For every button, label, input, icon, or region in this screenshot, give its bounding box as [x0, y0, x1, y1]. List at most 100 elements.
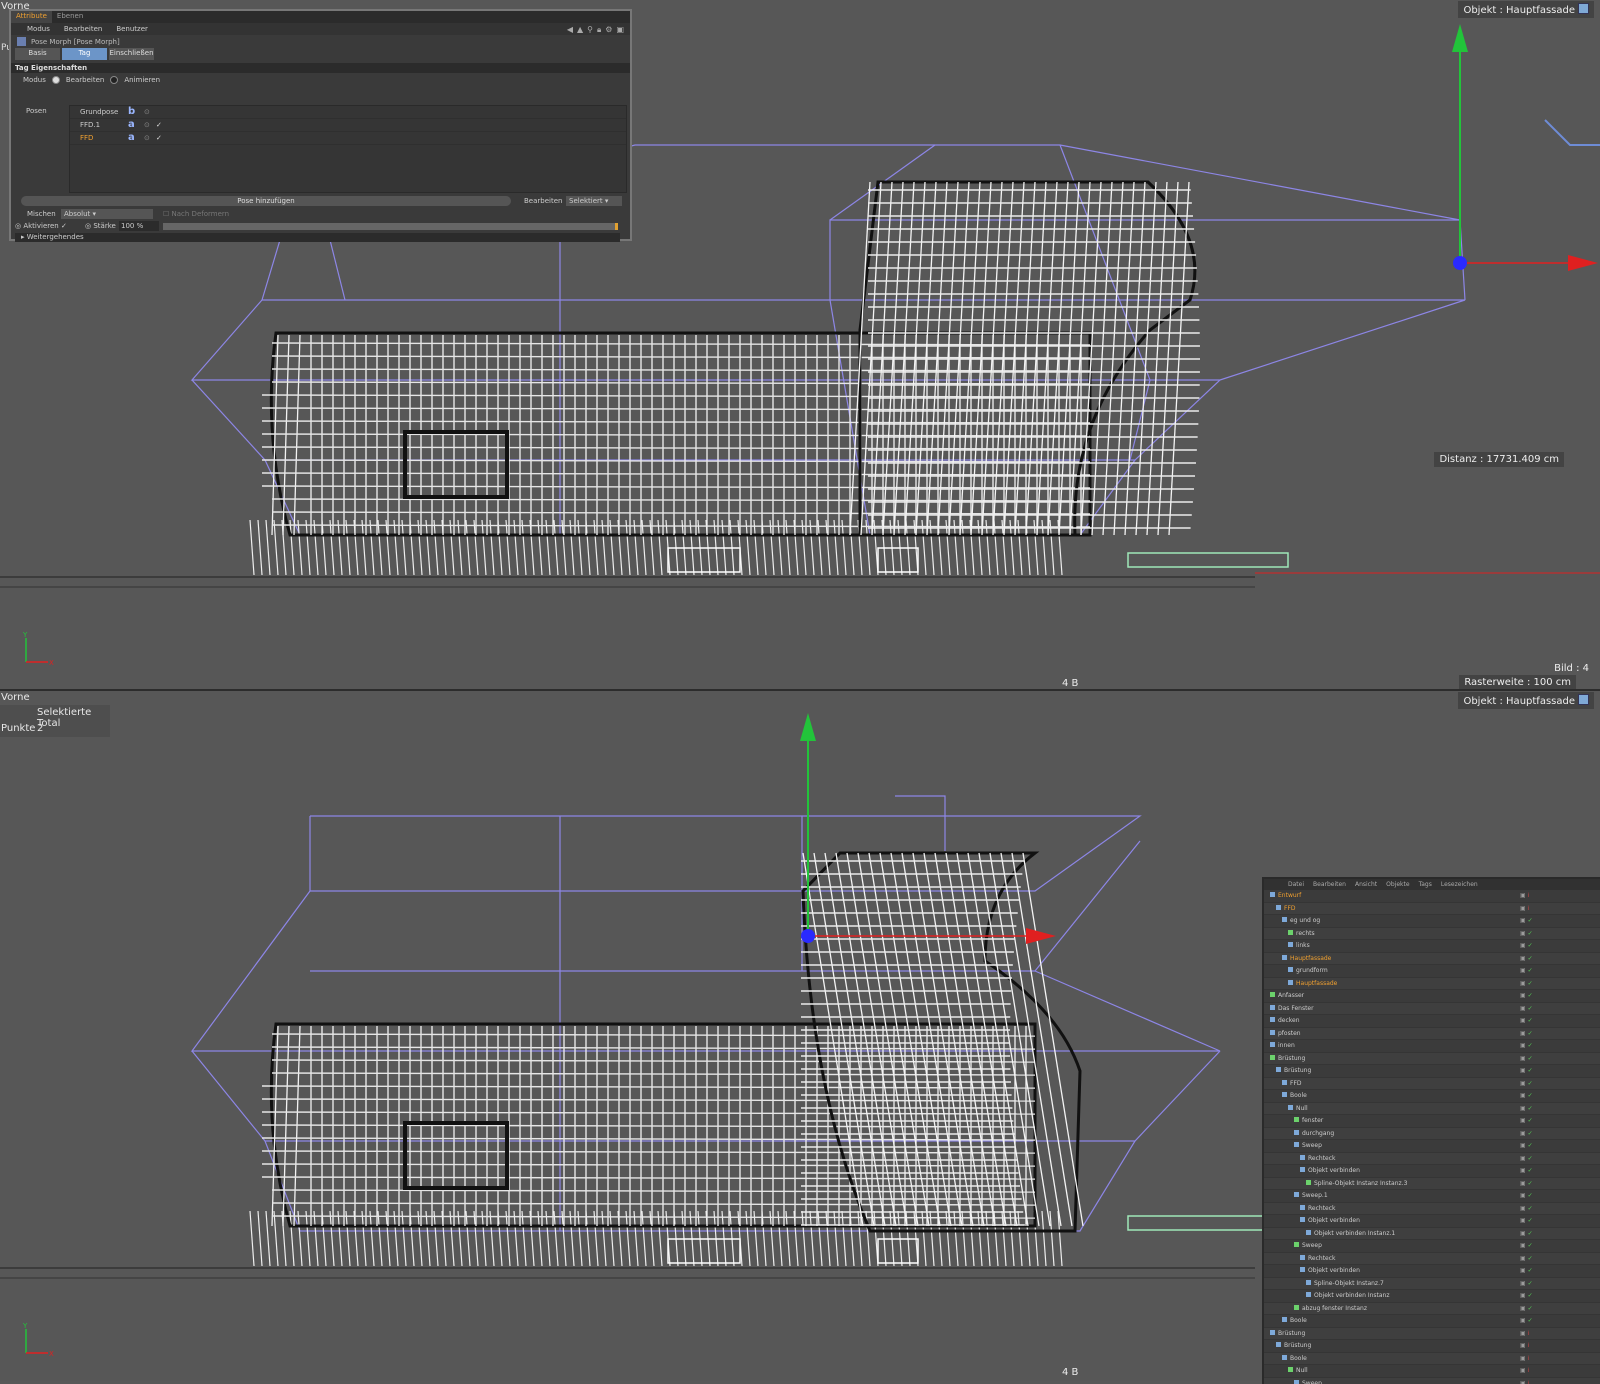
object-name[interactable]: Entwurf	[1270, 890, 1301, 902]
checkmark-icon[interactable]: ✓	[156, 132, 162, 144]
object-tree-row[interactable]: Brüstung ▣ ✓	[1264, 1065, 1600, 1078]
radio-animieren-label[interactable]: Animieren	[124, 76, 160, 84]
object-tree-row[interactable]: Entwurf ▣ ⁞	[1264, 890, 1600, 903]
object-tree-row[interactable]: Brüstung ▣ ⁞	[1264, 1340, 1600, 1353]
object-name[interactable]: Sweep	[1294, 1378, 1322, 1384]
object-name[interactable]: Brüstung	[1270, 1328, 1305, 1340]
object-name[interactable]: abzug fenster Instanz	[1294, 1303, 1367, 1315]
object-tree-row[interactable]: Boole ▣ ✓	[1264, 1315, 1600, 1328]
visibility-flags[interactable]: ▣ ✓	[1520, 1240, 1533, 1252]
visibility-flags[interactable]: ▣ ✓	[1520, 990, 1533, 1002]
object-tree-row[interactable]: Das Fenster▣ ✓	[1264, 1003, 1600, 1016]
object-tree-row[interactable]: Rechteck ▣ ✓	[1264, 1203, 1600, 1216]
object-name[interactable]: Rechteck	[1300, 1253, 1336, 1265]
menu-modus[interactable]: Modus	[27, 25, 50, 33]
object-name[interactable]: Brüstung	[1276, 1065, 1311, 1077]
visibility-flags[interactable]: ▣ ✓	[1520, 915, 1533, 927]
viewport-top[interactable]: Vorne Objekt : Hauptfassade Distanz : 17…	[0, 0, 1600, 690]
visibility-flags[interactable]: ▣ ✓	[1520, 1140, 1533, 1152]
visibility-flags[interactable]: ▣ ✓	[1520, 1078, 1533, 1090]
menu-datei[interactable]: Datei	[1288, 879, 1304, 890]
slider-knob[interactable]	[615, 223, 618, 230]
menu-objekte[interactable]: Objekte	[1386, 879, 1409, 890]
object-name[interactable]: Objekt verbinden	[1300, 1265, 1360, 1277]
visibility-flags[interactable]: ▣ ✓	[1520, 1040, 1533, 1052]
pose-row-ffd1[interactable]: FFD.1a⊙✓	[70, 119, 626, 132]
object-tree-row[interactable]: abzug fenster Instanz▣ ✓	[1264, 1303, 1600, 1316]
radio-bearbeiten[interactable]	[52, 76, 60, 84]
after-deformers-checkbox[interactable]: ☐ Nach Deformern	[163, 210, 229, 218]
object-name[interactable]: FFD	[1282, 1078, 1302, 1090]
object-tree-row[interactable]: Spline-Objekt Instanz Instanz.3▣ ✓	[1264, 1178, 1600, 1191]
object-tree-row[interactable]: eg und og ▣ ✓	[1264, 915, 1600, 928]
visibility-flags[interactable]: ▣ ✓	[1520, 1178, 1533, 1190]
visibility-flags[interactable]: ▣ ⁞	[1520, 1340, 1530, 1352]
menu-lesezeichen[interactable]: Lesezeichen	[1441, 879, 1478, 890]
object-name[interactable]: eg und og	[1282, 915, 1320, 927]
visibility-flags[interactable]: ▣ ⁞	[1520, 890, 1530, 902]
object-tree-row[interactable]: Rechteck▣ ✓	[1264, 1253, 1600, 1266]
search-icon[interactable]: ⚲	[587, 25, 593, 35]
visibility-flags[interactable]: ▣ ✓	[1520, 1203, 1533, 1215]
visibility-flags[interactable]: ▣ ✓	[1520, 953, 1533, 965]
object-name[interactable]: Objekt verbinden	[1300, 1165, 1360, 1177]
visibility-flags[interactable]: ▣ ⁞	[1520, 1378, 1530, 1384]
object-tree-row[interactable]: Objekt verbinden Instanz.1▣ ✓	[1264, 1228, 1600, 1241]
menu-bearbeiten[interactable]: Bearbeiten	[1313, 879, 1346, 890]
pose-row-grundpose[interactable]: Grundposeb⊙	[70, 106, 626, 119]
visibility-flags[interactable]: ▣ ✓	[1520, 978, 1533, 990]
object-tree-row[interactable]: rechts▣ ✓	[1264, 928, 1600, 941]
object-tree-row[interactable]: Brüstung▣ ✓	[1264, 1053, 1600, 1066]
visibility-flags[interactable]: ▣ ✓	[1520, 1065, 1533, 1077]
object-name[interactable]: Objekt verbinden Instanz.1	[1306, 1228, 1395, 1240]
menu-tags[interactable]: Tags	[1419, 879, 1432, 890]
activate-checkbox[interactable]: ◎ Aktivieren ✓	[15, 222, 67, 230]
mix-dropdown[interactable]: Absolut ▾	[61, 209, 153, 219]
visibility-flags[interactable]: ▣ ✓	[1520, 1128, 1533, 1140]
object-name[interactable]: pfosten	[1270, 1028, 1301, 1040]
object-tree-row[interactable]: links▣ ✓	[1264, 940, 1600, 953]
object-name[interactable]: Brüstung	[1276, 1340, 1311, 1352]
visibility-flags[interactable]: ▣ ✓	[1520, 1315, 1533, 1327]
object-tree-row[interactable]: pfosten▣ ✓	[1264, 1028, 1600, 1041]
visibility-flags[interactable]: ▣ ✓	[1520, 1053, 1533, 1065]
visibility-flags[interactable]: ▣ ✓	[1520, 1015, 1533, 1027]
object-tree-row[interactable]: Null▣ ✓	[1264, 1103, 1600, 1116]
object-tree-row[interactable]: FFD▣ ⁞	[1264, 903, 1600, 916]
visibility-flags[interactable]: ▣ ✓	[1520, 1115, 1533, 1127]
menu-benutzer[interactable]: Benutzer	[116, 25, 148, 33]
object-manager[interactable]: Datei Bearbeiten Ansicht Objekte Tags Le…	[1262, 877, 1600, 1384]
object-name[interactable]: Hauptfassade	[1288, 978, 1337, 990]
object-tree-row[interactable]: Sweep ▣ ⁞	[1264, 1378, 1600, 1384]
object-name[interactable]: Objekt verbinden	[1300, 1215, 1360, 1227]
object-name[interactable]: Rechteck	[1300, 1203, 1336, 1215]
object-name[interactable]: Boole	[1282, 1090, 1307, 1102]
menu-bearbeiten[interactable]: Bearbeiten	[64, 25, 102, 33]
visibility-flags[interactable]: ▣ ✓	[1520, 1153, 1533, 1165]
poses-list[interactable]: Grundposeb⊙ FFD.1a⊙✓ FFDa⊙✓	[69, 105, 627, 193]
object-tree-row[interactable]: Sweep.1▣ ✓	[1264, 1190, 1600, 1203]
object-tree-row[interactable]: Hauptfassade ▣ ✓	[1264, 978, 1600, 991]
gear-icon[interactable]: ⚙	[605, 25, 612, 35]
object-name[interactable]: Boole	[1282, 1315, 1307, 1327]
object-name[interactable]: decken	[1270, 1015, 1300, 1027]
object-name[interactable]: Hauptfassade	[1282, 953, 1331, 965]
object-tree-row[interactable]: Objekt verbinden▣ ✓	[1264, 1165, 1600, 1178]
up-arrow-icon[interactable]: ▲	[577, 25, 583, 35]
edit-dropdown[interactable]: Selektiert ▾	[566, 196, 622, 206]
object-name[interactable]: Null	[1288, 1103, 1308, 1115]
visibility-flags[interactable]: ▣ ⁞	[1520, 1365, 1530, 1377]
object-tree-row[interactable]: Null ▣ ⁞	[1264, 1365, 1600, 1378]
radio-animieren[interactable]	[110, 76, 118, 84]
object-tree-row[interactable]: Objekt verbinden Instanz▣ ✓	[1264, 1290, 1600, 1303]
new-window-icon[interactable]: ▣	[616, 25, 624, 35]
object-tree-row[interactable]: Brüstung▣ ⁞	[1264, 1328, 1600, 1341]
menu-ansicht[interactable]: Ansicht	[1355, 879, 1377, 890]
back-arrow-icon[interactable]: ◀	[567, 25, 573, 35]
object-tree-row[interactable]: Boole▣ ✓	[1264, 1090, 1600, 1103]
object-name[interactable]: Null	[1288, 1365, 1308, 1377]
object-tree-row[interactable]: FFD ▣ ✓	[1264, 1078, 1600, 1091]
object-tree-row[interactable]: innen▣ ✓	[1264, 1040, 1600, 1053]
object-tree-row[interactable]: Objekt verbinden▣ ✓	[1264, 1215, 1600, 1228]
object-name[interactable]: Objekt verbinden Instanz	[1306, 1290, 1390, 1302]
